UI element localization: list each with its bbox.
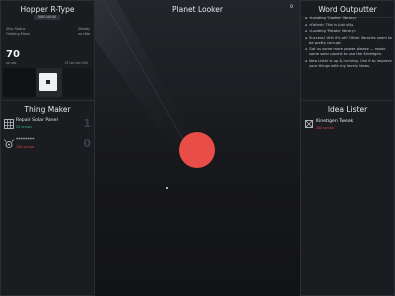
kinetigen-icon [304,119,314,129]
planet[interactable] [179,132,215,168]
thing-count: 0 [83,137,91,150]
word-outputter-panel: Word Outputter «Loading 'Cookie' library… [300,0,395,296]
stat-row-orbiting: Orbiting Moon no title [6,32,90,36]
hopper-title: Hopper R-Type [20,5,75,14]
stat-value: no title [78,32,90,36]
scrubs-amount: 70 [6,49,20,60]
planet-looker-view: Planet Looker 0 [95,0,300,296]
thing-cost: 100 scrubs [16,145,35,149]
idea-name: Kinetigen Tweak [316,119,354,124]
hopper-view-left [3,68,36,97]
log-line: Idea Lister is up & running. Use it to i… [305,59,392,69]
stat-label: Ship Status [6,27,26,31]
thing-maker-title: Thing Maker [1,100,94,114]
word-outputter-log[interactable]: «Loading 'Cookie' library» «Failed» This… [305,16,392,70]
word-outputter-title: Word Outputter [318,5,377,14]
planet-looker-title: Planet Looker [172,5,223,14]
log-line: «Loading 'Potato' library» [305,29,392,34]
hopper-panel: Hopper R-Type 0001.00.00 Ship Status Ste… [0,0,95,296]
idea-lister-title: Idea Lister [301,100,394,114]
hopper-ship-dot [166,187,168,189]
idea-item-kinetigen-tweak[interactable]: Kinetigen Tweak 200 scrubs [304,117,392,133]
thing-maker-item-locked[interactable]: ******** 100 scrubs 0 [4,137,92,159]
satellite-icon [4,139,14,149]
log-line: Got us some more power please — repair s… [305,47,392,57]
thing-maker-item-repair-solar-panel[interactable]: Repair Solar Panel 25 scrubs 1 [4,117,92,139]
log-line: «Loading 'Cookie' library» [305,16,392,21]
thing-cost: 25 scrubs [16,125,33,129]
hopper-view-right [62,68,93,97]
scrubs-label: scrubs [6,61,17,65]
thing-name: ******** [16,138,35,143]
idea-cost: 200 scrubs [316,126,335,130]
log-line: «Failed» This is just silly. [305,23,392,28]
solar-panel-icon [4,119,14,129]
hopper-action-button[interactable] [39,73,57,91]
hopper-subtitle: 0001.00.00 [34,15,60,20]
stat-row-ship-status: Ship Status Steady [6,27,90,31]
planet-counter: 0 [290,5,293,10]
capacity-readout: 13 ton ton 000 [64,61,88,65]
log-line: Success! Uhh it's ok? Other libraries se… [305,36,392,46]
stat-label: Orbiting Moon [6,32,31,36]
thing-count: 1 [83,117,91,130]
stat-value: Steady [78,27,90,31]
thing-name: Repair Solar Panel [16,118,58,123]
hopper-view-strip [3,68,93,97]
